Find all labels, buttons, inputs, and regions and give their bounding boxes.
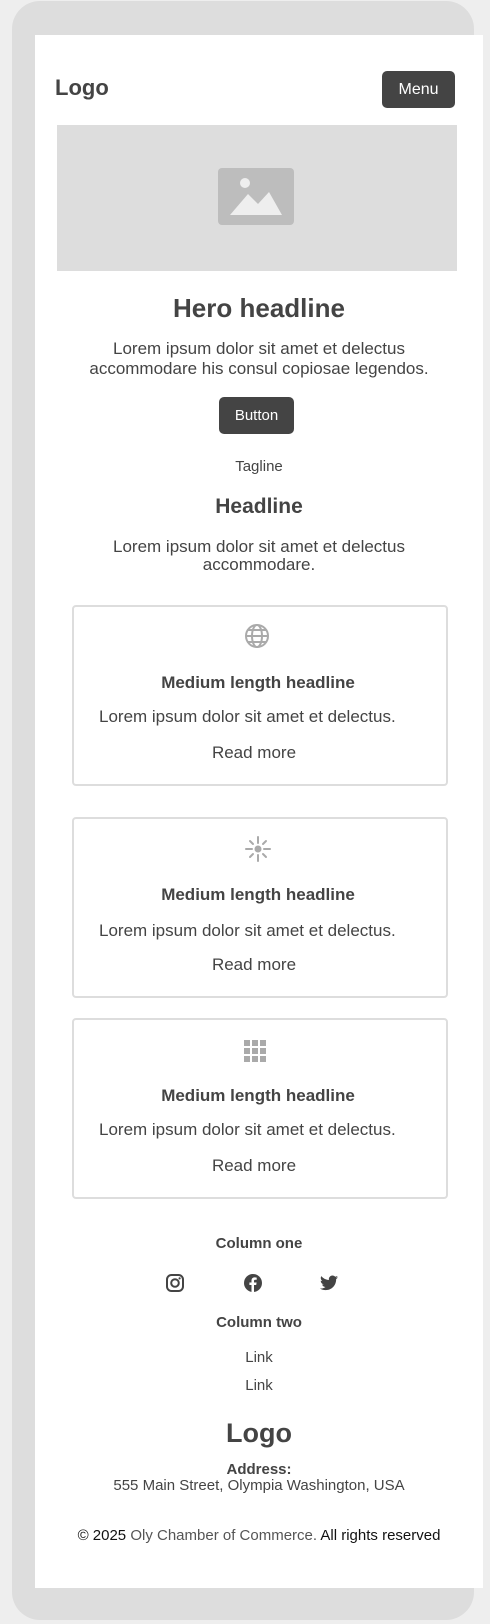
card-text: Lorem ipsum dolor sit amet et delectus. [99,707,396,726]
instagram-icon[interactable] [166,1274,184,1292]
globe-icon [245,624,269,648]
feature-card: Medium length headline Lorem ipsum dolor… [72,605,448,786]
card-headline: Medium length headline [161,1086,355,1105]
card-headline: Medium length headline [161,673,355,692]
address-label: Address: [226,1461,292,1478]
card-headline: Medium length headline [161,885,355,904]
twitter-icon[interactable] [320,1275,338,1291]
section-text: Lorem ipsum dolor sit amet et delectus a… [113,537,405,574]
tagline: Tagline [235,458,283,475]
grid-icon [244,1040,266,1062]
hero-text: Lorem ipsum dolor sit amet et delectus a… [89,339,429,378]
rights-text: All rights reserved [320,1527,441,1544]
feature-card: Medium length headline Lorem ipsum dolor… [72,817,448,998]
copyright: © 2025 Oly Chamber of Commerce. All righ… [35,1527,483,1544]
hero-button[interactable]: Button [219,397,294,434]
footer-link[interactable]: Link [35,1349,483,1366]
menu-button[interactable]: Menu [382,71,455,108]
card-text: Lorem ipsum dolor sit amet et delectus. [99,1120,396,1139]
copyright-year: © 2025 [77,1527,127,1544]
footer-link[interactable]: Link [35,1377,483,1394]
image-placeholder-icon [218,168,294,225]
feature-card: Medium length headline Lorem ipsum dolor… [72,1018,448,1199]
footer-column-one-title: Column one [215,1235,303,1252]
read-more-link[interactable]: Read more [74,1156,434,1176]
card-text: Lorem ipsum dolor sit amet et delectus. [99,921,396,940]
section-headline: Headline [215,495,303,518]
hero-image [57,125,457,271]
device-frame: Logo Menu Hero headline Lorem ipsum dolo… [12,1,483,1620]
read-more-link[interactable]: Read more [74,743,434,763]
footer-column-two-title: Column two [216,1314,302,1331]
screen: Logo Menu Hero headline Lorem ipsum dolo… [35,35,483,1588]
read-more-link[interactable]: Read more [74,955,434,975]
facebook-icon[interactable] [244,1274,262,1292]
sparkle-icon [245,836,271,862]
hero-headline: Hero headline [173,293,345,323]
footer-logo[interactable]: Logo [35,1418,483,1449]
address-text: 555 Main Street, Olympia Washington, USA [113,1477,405,1494]
organization-name: Oly Chamber of Commerce. [130,1527,318,1544]
header-logo[interactable]: Logo [55,75,109,101]
